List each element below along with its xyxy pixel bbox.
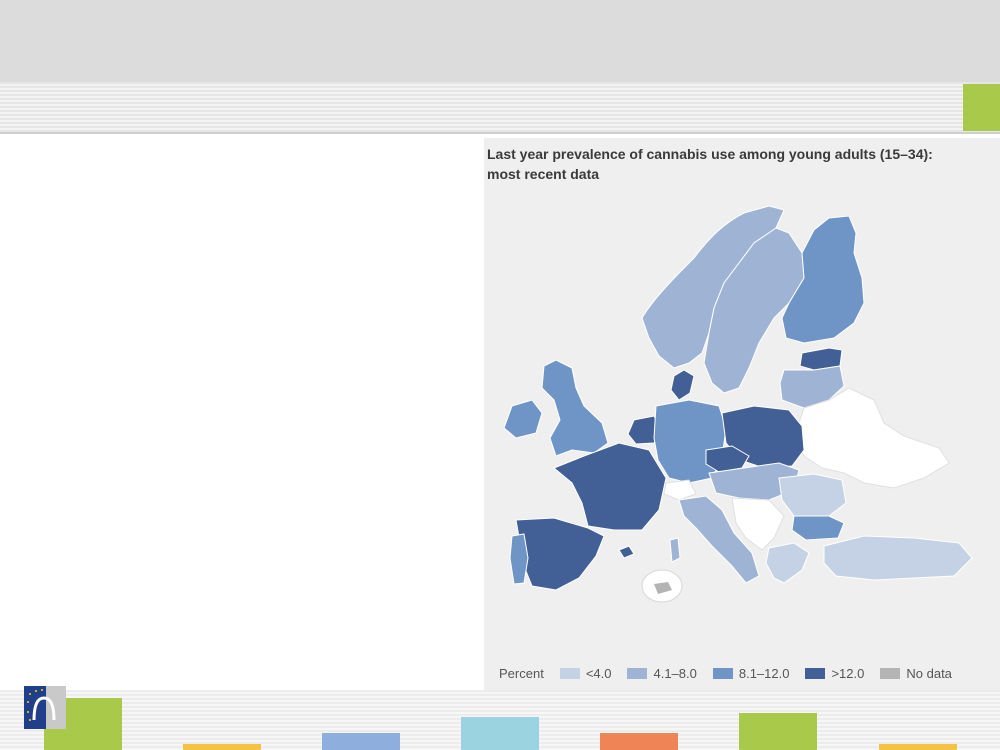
footer-bar xyxy=(461,717,539,750)
region-romania xyxy=(778,473,847,517)
header-band xyxy=(0,0,1000,82)
footer-bar xyxy=(879,744,957,750)
legend-item-8-12: 8.1–12.0 xyxy=(712,665,790,681)
map-title-line-1: Last year prevalence of cannabis use amo… xyxy=(487,146,933,162)
map-legend: Percent <4.0 4.1–8.0 8.1–12.0 >12.0 No d… xyxy=(499,664,952,682)
legend-swatch xyxy=(712,667,733,679)
legend-swatch xyxy=(880,667,901,679)
region-sardinia xyxy=(669,537,681,563)
legend-item-no-data: No data xyxy=(880,666,952,681)
legend-item-lt4: <4.0 xyxy=(559,665,612,681)
region-portugal xyxy=(509,533,529,585)
legend-swatch xyxy=(627,667,648,679)
legend-item-label: >12.0 xyxy=(831,665,865,681)
logo-mark xyxy=(24,686,66,729)
legend-item-label: No data xyxy=(906,665,952,681)
legend-item-gt12: >12.0 xyxy=(805,666,864,681)
legend-item-label: <4.0 xyxy=(585,665,612,681)
map-title: Last year prevalence of cannabis use amo… xyxy=(487,144,997,184)
region-germany xyxy=(653,399,727,484)
emcdda-logo-icon xyxy=(24,686,66,729)
region-uk xyxy=(541,359,609,457)
region-ireland xyxy=(503,399,543,439)
header-stripes xyxy=(0,82,1000,134)
region-turkey xyxy=(823,535,973,581)
legend-item-label: 8.1–12.0 xyxy=(738,665,790,681)
legend-swatch xyxy=(559,667,580,679)
region-denmark xyxy=(670,369,695,401)
region-balearics xyxy=(618,545,635,559)
region-bulgaria xyxy=(791,515,845,541)
footer-bar xyxy=(322,733,400,750)
legend-item-label: 4.1–8.0 xyxy=(653,665,697,681)
legend-label: Percent xyxy=(499,665,544,681)
map-title-line-2: most recent data xyxy=(487,166,600,182)
footer-bar xyxy=(183,744,261,750)
footer-bar xyxy=(600,733,678,750)
legend-item-4-8: 4.1–8.0 xyxy=(627,665,697,681)
region-france xyxy=(553,442,667,531)
europe-map xyxy=(503,205,973,603)
legend-swatch xyxy=(805,667,826,679)
region-spain xyxy=(515,517,605,591)
accent-tab xyxy=(963,84,1000,131)
footer-bar xyxy=(739,713,817,750)
footer-band xyxy=(0,690,1000,750)
map-panel: Last year prevalence of cannabis use amo… xyxy=(484,138,1000,690)
region-greece xyxy=(765,542,810,584)
